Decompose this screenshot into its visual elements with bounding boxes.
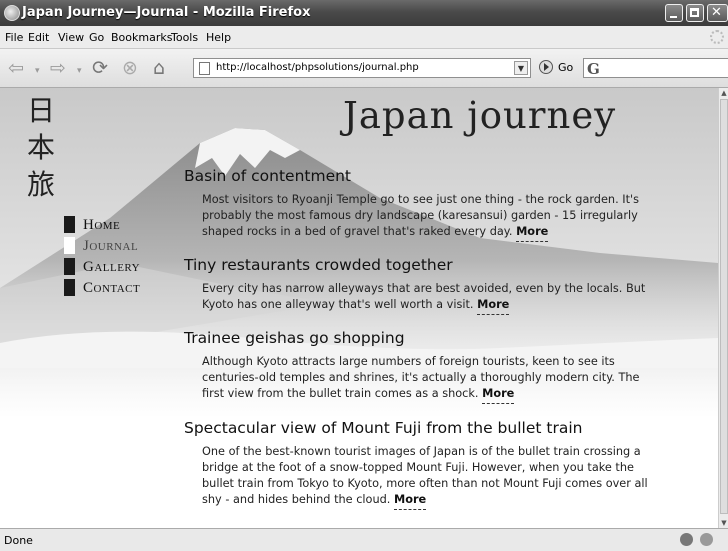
article-title: Trainee geishas go shopping bbox=[184, 329, 405, 347]
nav-marker bbox=[64, 258, 75, 275]
kanji-logo: 日 本 旅 bbox=[24, 92, 58, 203]
article: Trainee geishas go shopping Although Kyo… bbox=[184, 329, 664, 404]
nav-label[interactable]: Home bbox=[83, 217, 120, 234]
menu-go[interactable]: Go bbox=[89, 31, 104, 44]
throbber-icon bbox=[710, 30, 724, 44]
search-engine-icon[interactable]: G bbox=[587, 60, 600, 78]
back-dropdown-icon[interactable]: ▾ bbox=[35, 66, 40, 76]
article: Tiny restaurants crowded together Every … bbox=[184, 256, 664, 315]
nav-item-home[interactable]: Home bbox=[64, 215, 174, 236]
minimize-button[interactable] bbox=[665, 4, 683, 22]
article: Spectacular view of Mount Fuji from the … bbox=[184, 419, 664, 510]
url-dropdown-icon[interactable]: ▼ bbox=[514, 61, 528, 75]
window-titlebar: Japan Journey—Journal - Mozilla Firefox bbox=[0, 0, 728, 26]
menu-tools[interactable]: Tools bbox=[171, 31, 198, 44]
url-text: http://localhost/phpsolutions/journal.ph… bbox=[216, 62, 419, 73]
article-text: Although Kyoto attracts large numbers of… bbox=[202, 355, 640, 400]
url-field[interactable]: http://localhost/phpsolutions/journal.ph… bbox=[193, 58, 531, 78]
scroll-down-icon[interactable]: ▼ bbox=[719, 518, 728, 528]
window-title: Japan Journey—Journal - Mozilla Firefox bbox=[22, 5, 311, 20]
scroll-up-icon[interactable]: ▲ bbox=[719, 88, 728, 98]
firefox-icon bbox=[4, 5, 20, 21]
article-title: Basin of contentment bbox=[184, 167, 352, 185]
more-link[interactable]: More bbox=[393, 493, 427, 510]
go-button[interactable]: Go bbox=[558, 61, 573, 74]
article-text: Every city has narrow alleyways that are… bbox=[202, 282, 646, 311]
kanji-char: 本 bbox=[26, 131, 55, 164]
article: Basin of contentment Most visitors to Ry… bbox=[184, 167, 664, 242]
back-arrow-icon[interactable]: ⇦ bbox=[8, 57, 24, 79]
forward-dropdown-icon[interactable]: ▾ bbox=[77, 66, 82, 76]
vertical-scrollbar[interactable]: ▲ ▼ bbox=[718, 88, 728, 528]
more-link[interactable]: More bbox=[482, 387, 515, 404]
search-field[interactable]: G bbox=[583, 58, 728, 78]
menu-help[interactable]: Help bbox=[206, 31, 231, 44]
nav-label[interactable]: Gallery bbox=[83, 259, 140, 276]
security-icon bbox=[700, 533, 713, 546]
forward-arrow-icon[interactable]: ⇨ bbox=[50, 57, 66, 79]
close-button[interactable] bbox=[707, 4, 728, 22]
nav-marker bbox=[64, 216, 75, 233]
nav-marker bbox=[64, 237, 75, 254]
go-icon[interactable] bbox=[539, 60, 553, 74]
article-body: Every city has narrow alleyways that are… bbox=[202, 281, 662, 315]
article-body: Although Kyoto attracts large numbers of… bbox=[202, 354, 662, 404]
kanji-char: 旅 bbox=[26, 168, 55, 201]
article-body: One of the best-known tourist images of … bbox=[202, 444, 662, 510]
nav-label[interactable]: Journal bbox=[83, 238, 138, 255]
menu-bookmarks[interactable]: Bookmarks bbox=[111, 31, 172, 44]
more-link[interactable]: More bbox=[516, 225, 549, 242]
home-icon[interactable]: ⌂ bbox=[153, 57, 165, 79]
reload-icon[interactable]: ⟳ bbox=[92, 57, 108, 79]
menu-view[interactable]: View bbox=[58, 31, 84, 44]
nav-label[interactable]: Contact bbox=[83, 280, 140, 297]
page-content: 日 本 旅 Japan journey Home Journal Gallery… bbox=[0, 88, 718, 528]
status-icon bbox=[680, 533, 693, 546]
kanji-char: 日 bbox=[26, 94, 55, 127]
article-body: Most visitors to Ryoanji Temple go to se… bbox=[202, 192, 662, 242]
menu-edit[interactable]: Edit bbox=[28, 31, 49, 44]
main-nav: Home Journal Gallery Contact bbox=[64, 215, 174, 299]
article-text: Most visitors to Ryoanji Temple go to se… bbox=[202, 193, 640, 238]
status-bar: Done bbox=[0, 528, 728, 551]
site-title: Japan journey bbox=[343, 94, 617, 137]
scrollbar-thumb[interactable] bbox=[720, 99, 728, 514]
more-link[interactable]: More bbox=[477, 298, 510, 315]
stop-icon[interactable]: ⊗ bbox=[122, 57, 138, 79]
navigation-toolbar: ⇦ ▾ ⇨ ▾ ⟳ ⊗ ⌂ http://localhost/phpsoluti… bbox=[0, 49, 728, 88]
article-title: Tiny restaurants crowded together bbox=[184, 256, 453, 274]
article-title: Spectacular view of Mount Fuji from the … bbox=[184, 419, 583, 437]
nav-item-contact[interactable]: Contact bbox=[64, 278, 174, 299]
maximize-button[interactable] bbox=[686, 4, 704, 22]
menu-file[interactable]: File bbox=[5, 31, 23, 44]
page-icon bbox=[199, 62, 210, 75]
status-text: Done bbox=[4, 534, 33, 547]
nav-marker bbox=[64, 279, 75, 296]
nav-item-journal[interactable]: Journal bbox=[64, 236, 174, 257]
menu-bar: File Edit View Go Bookmarks Tools Help bbox=[0, 26, 728, 49]
nav-item-gallery[interactable]: Gallery bbox=[64, 257, 174, 278]
